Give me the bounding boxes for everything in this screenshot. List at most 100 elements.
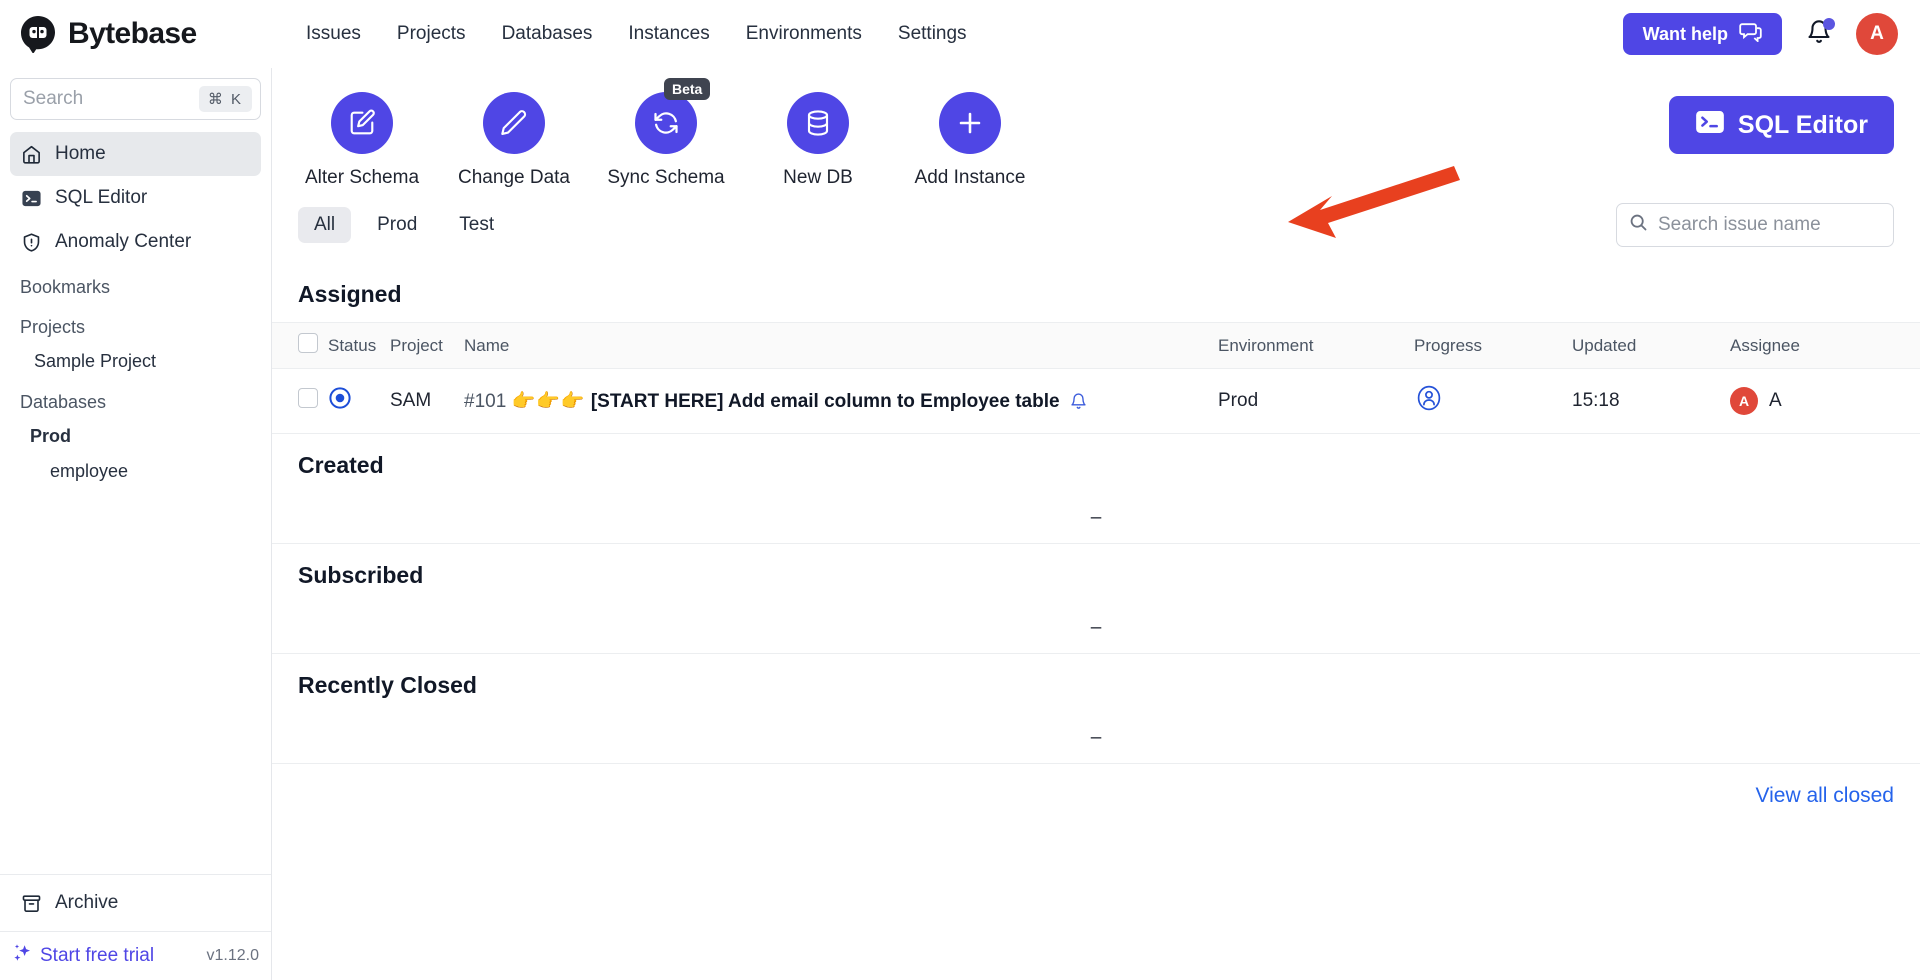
row-assignee-cell: A A (1730, 368, 1920, 434)
progress-assignee-icon (1414, 385, 1444, 418)
quick-action-add-instance-label: Add Instance (914, 167, 1026, 188)
notification-badge-dot (1823, 18, 1835, 30)
column-header-progress: Progress (1414, 322, 1572, 369)
sidebar-database-employee[interactable]: employee (10, 454, 261, 489)
issue-sections: Assigned Status Project Name Environment… (272, 263, 1920, 980)
quick-action-change-data[interactable]: Change Data (450, 92, 578, 189)
nav-item-issues[interactable]: Issues (306, 23, 361, 45)
row-select-cell (272, 368, 328, 434)
section-title-created: Created (298, 452, 384, 478)
sidebar-section-databases: Databases (20, 392, 107, 412)
column-header-environment: Environment (1218, 322, 1414, 369)
search-shortcut-badge: ⌘ K (198, 86, 252, 112)
table-row[interactable]: SAM #101 👉👉👉 [START HERE] Add email colu… (272, 368, 1920, 434)
subscribed-bell-icon (1065, 391, 1087, 412)
app-body: Search ⌘ K Home SQL Editor Anomaly Cente… (0, 68, 1920, 980)
edit-square-icon (331, 92, 393, 154)
nav-item-instances[interactable]: Instances (628, 23, 709, 45)
issue-search-placeholder: Search issue name (1658, 214, 1821, 235)
terminal-icon (20, 187, 42, 209)
top-bar: Bytebase Issues Projects Databases Insta… (0, 0, 1920, 68)
nav-item-settings[interactable]: Settings (898, 23, 967, 45)
status-open-icon (328, 387, 352, 415)
quick-action-sync-schema[interactable]: Beta Sync Schema (602, 78, 730, 189)
tab-test[interactable]: Test (443, 207, 510, 243)
sidebar-item-anomaly-center[interactable]: Anomaly Center (10, 220, 261, 264)
row-status-cell (328, 368, 390, 434)
sidebar-item-archive-label: Archive (55, 892, 119, 913)
quick-actions-list: Alter Schema Change Data Beta Sync Schem… (298, 78, 1034, 189)
column-header-name: Name (464, 322, 1218, 369)
want-help-button[interactable]: Want help (1622, 13, 1782, 55)
search-icon (1629, 213, 1648, 237)
tab-all[interactable]: All (298, 207, 352, 243)
select-all-checkbox[interactable] (298, 333, 318, 353)
sidebar-item-archive[interactable]: Archive (10, 881, 261, 925)
home-icon (20, 143, 42, 165)
brand-name: Bytebase (68, 17, 197, 50)
section-title-subscribed: Subscribed (298, 562, 424, 588)
sync-icon (635, 92, 697, 154)
row-progress-cell (1414, 368, 1572, 434)
sparkles-icon (12, 942, 34, 970)
assignee-avatar: A (1730, 387, 1758, 415)
pencil-icon (483, 92, 545, 154)
chat-bubble-icon (1739, 22, 1762, 47)
quick-action-alter-schema-label: Alter Schema (304, 167, 420, 188)
notifications-button[interactable] (1804, 18, 1835, 50)
row-environment: Prod (1218, 368, 1414, 434)
plus-icon (939, 92, 1001, 154)
start-free-trial-button[interactable]: Start free trial v1.12.0 (0, 931, 271, 980)
nav-item-databases[interactable]: Databases (502, 23, 593, 45)
quick-actions-bar: Alter Schema Change Data Beta Sync Schem… (272, 68, 1920, 238)
quick-action-change-data-label: Change Data (458, 167, 570, 188)
view-all-closed-link[interactable]: View all closed (1755, 784, 1894, 808)
brand-logo[interactable]: Bytebase (18, 14, 270, 54)
sidebar-item-home-label: Home (55, 143, 106, 164)
empty-placeholder-subscribed: – (272, 603, 1920, 654)
quick-action-new-db-label: New DB (783, 167, 853, 188)
bytebase-logo-icon (18, 14, 58, 54)
recently-closed-issues-table: – (272, 713, 1920, 764)
row-project: SAM (390, 368, 464, 434)
nav-item-environments[interactable]: Environments (746, 23, 862, 45)
sidebar-item-anomaly-center-label: Anomaly Center (55, 231, 192, 252)
section-title-recently-closed: Recently Closed (298, 672, 477, 698)
sidebar-database-group-prod[interactable]: Prod (10, 419, 261, 454)
row-issue-number: #101 (464, 391, 507, 412)
quick-action-add-instance[interactable]: Add Instance (906, 92, 1034, 189)
row-issue-name[interactable]: [START HERE] Add email column to Employe… (591, 391, 1060, 412)
sidebar-item-sql-editor[interactable]: SQL Editor (10, 176, 261, 220)
column-header-project: Project (390, 322, 464, 369)
empty-row-subscribed: – (272, 603, 1920, 654)
terminal-icon (1695, 107, 1725, 144)
sidebar-project-sample-project[interactable]: Sample Project (10, 344, 261, 379)
row-name-cell: #101 👉👉👉 [START HERE] Add email column t… (464, 368, 1218, 434)
sidebar-item-home[interactable]: Home (10, 132, 261, 176)
empty-row-created: – (272, 493, 1920, 544)
created-issues-table: – (272, 493, 1920, 544)
sidebar-footer: Archive Start free trial v1.12.0 (0, 874, 271, 980)
view-all-closed-container: View all closed (272, 764, 1920, 828)
top-bar-actions: Want help A (1622, 13, 1898, 55)
quick-action-new-db[interactable]: New DB (754, 92, 882, 189)
row-checkbox[interactable] (298, 388, 318, 408)
tab-prod[interactable]: Prod (361, 207, 433, 243)
app-version: v1.12.0 (206, 947, 259, 964)
database-icon (787, 92, 849, 154)
nav-item-projects[interactable]: Projects (397, 23, 466, 45)
issue-search-input[interactable]: Search issue name (1616, 203, 1894, 247)
user-avatar[interactable]: A (1856, 13, 1898, 55)
sidebar-search-placeholder: Search (23, 88, 84, 109)
archive-icon (20, 892, 42, 914)
quick-action-alter-schema[interactable]: Alter Schema (298, 92, 426, 189)
sql-editor-button[interactable]: SQL Editor (1668, 96, 1894, 154)
sidebar: Search ⌘ K Home SQL Editor Anomaly Cente… (0, 68, 272, 980)
select-all-header (272, 322, 328, 369)
empty-row-recently-closed: – (272, 713, 1920, 764)
sidebar-search-input[interactable]: Search ⌘ K (10, 78, 261, 120)
row-emoji: 👉👉👉 (511, 391, 586, 412)
sidebar-section-projects: Projects (20, 317, 86, 337)
column-header-updated: Updated (1572, 322, 1730, 369)
row-updated: 15:18 (1572, 368, 1730, 434)
